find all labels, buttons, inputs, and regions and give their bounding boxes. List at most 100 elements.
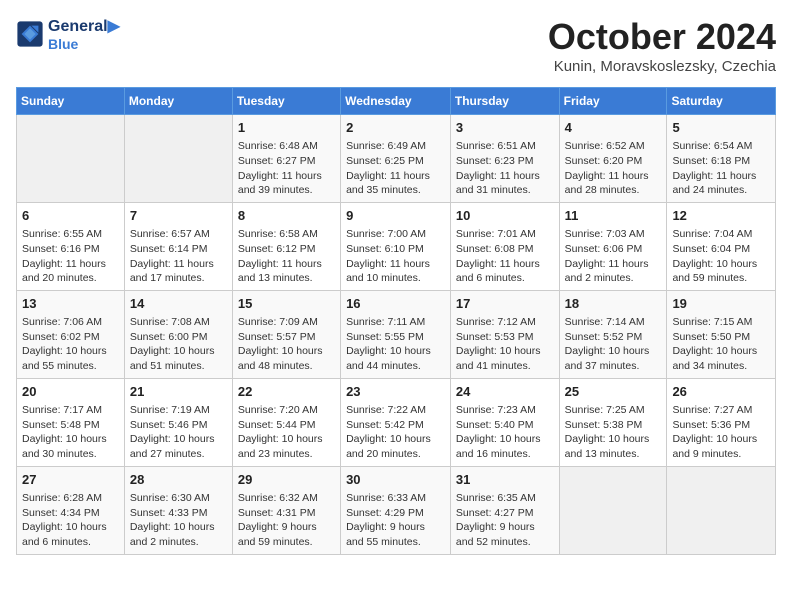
day-info: Sunrise: 6:32 AMSunset: 4:31 PMDaylight:…	[238, 491, 335, 550]
day-info: Sunrise: 6:49 AMSunset: 6:25 PMDaylight:…	[346, 139, 445, 198]
day-info: Sunrise: 6:55 AMSunset: 6:16 PMDaylight:…	[22, 227, 119, 286]
week-row-4: 20 Sunrise: 7:17 AMSunset: 5:48 PMDayligh…	[17, 378, 776, 466]
calendar-cell: 12 Sunrise: 7:04 AMSunset: 6:04 PMDayligh…	[667, 202, 776, 290]
day-number: 3	[456, 119, 554, 137]
day-number: 5	[672, 119, 770, 137]
day-number: 8	[238, 207, 335, 225]
day-info: Sunrise: 7:22 AMSunset: 5:42 PMDaylight:…	[346, 403, 445, 462]
calendar-cell: 3 Sunrise: 6:51 AMSunset: 6:23 PMDaylight…	[450, 115, 559, 203]
calendar-cell: 7 Sunrise: 6:57 AMSunset: 6:14 PMDaylight…	[124, 202, 232, 290]
day-number: 30	[346, 471, 445, 489]
calendar-cell	[124, 115, 232, 203]
day-info: Sunrise: 7:08 AMSunset: 6:00 PMDaylight:…	[130, 315, 227, 374]
calendar-cell: 19 Sunrise: 7:15 AMSunset: 5:50 PMDayligh…	[667, 290, 776, 378]
logo-text: General▶ Blue	[48, 16, 120, 52]
day-info: Sunrise: 7:15 AMSunset: 5:50 PMDaylight:…	[672, 315, 770, 374]
week-row-2: 6Sunrise: 6:55 AMSunset: 6:16 PMDaylight…	[17, 202, 776, 290]
day-number: 26	[672, 383, 770, 401]
day-info: Sunrise: 7:17 AMSunset: 5:48 PMDaylight:…	[22, 403, 119, 462]
week-row-1: 1 Sunrise: 6:48 AMSunset: 6:27 PMDaylight…	[17, 115, 776, 203]
day-info: Sunrise: 6:52 AMSunset: 6:20 PMDaylight:…	[565, 139, 662, 198]
day-number: 17	[456, 295, 554, 313]
day-info: Sunrise: 6:33 AMSunset: 4:29 PMDaylight:…	[346, 491, 445, 550]
calendar-header: SundayMondayTuesdayWednesdayThursdayFrid…	[17, 88, 776, 115]
day-number: 27	[22, 471, 119, 489]
calendar-cell: 5Sunrise: 6:54 AMSunset: 6:18 PMDaylight…	[667, 115, 776, 203]
calendar-cell: 27 Sunrise: 6:28 AMSunset: 4:34 PMDayligh…	[17, 466, 125, 554]
calendar-cell: 16 Sunrise: 7:11 AMSunset: 5:55 PMDayligh…	[341, 290, 451, 378]
calendar-cell: 25 Sunrise: 7:25 AMSunset: 5:38 PMDayligh…	[559, 378, 667, 466]
day-number: 22	[238, 383, 335, 401]
calendar-cell: 6Sunrise: 6:55 AMSunset: 6:16 PMDaylight…	[17, 202, 125, 290]
day-info: Sunrise: 6:28 AMSunset: 4:34 PMDaylight:…	[22, 491, 119, 550]
calendar-cell	[667, 466, 776, 554]
header-friday: Friday	[559, 88, 667, 115]
calendar-cell: 17 Sunrise: 7:12 AMSunset: 5:53 PMDayligh…	[450, 290, 559, 378]
calendar-body: 1 Sunrise: 6:48 AMSunset: 6:27 PMDaylight…	[17, 115, 776, 555]
day-number: 20	[22, 383, 119, 401]
day-number: 24	[456, 383, 554, 401]
calendar-cell: 29 Sunrise: 6:32 AMSunset: 4:31 PMDayligh…	[232, 466, 340, 554]
page-header: General▶ Blue October 2024 Kunin, Moravs…	[16, 16, 776, 75]
logo-icon	[16, 20, 44, 48]
header-sunday: Sunday	[17, 88, 125, 115]
day-number: 19	[672, 295, 770, 313]
calendar-table: SundayMondayTuesdayWednesdayThursdayFrid…	[16, 87, 776, 555]
day-number: 15	[238, 295, 335, 313]
day-info: Sunrise: 7:04 AMSunset: 6:04 PMDaylight:…	[672, 227, 770, 286]
calendar-cell: 18 Sunrise: 7:14 AMSunset: 5:52 PMDayligh…	[559, 290, 667, 378]
day-info: Sunrise: 6:57 AMSunset: 6:14 PMDaylight:…	[130, 227, 227, 286]
day-number: 31	[456, 471, 554, 489]
calendar-cell: 21Sunrise: 7:19 AMSunset: 5:46 PMDayligh…	[124, 378, 232, 466]
day-number: 1	[238, 119, 335, 137]
calendar-cell: 14 Sunrise: 7:08 AMSunset: 6:00 PMDayligh…	[124, 290, 232, 378]
day-number: 23	[346, 383, 445, 401]
day-info: Sunrise: 7:06 AMSunset: 6:02 PMDaylight:…	[22, 315, 119, 374]
day-info: Sunrise: 6:48 AMSunset: 6:27 PMDaylight:…	[238, 139, 335, 198]
title-area: October 2024 Kunin, Moravskoslezsky, Cze…	[548, 16, 776, 75]
logo: General▶ Blue	[16, 16, 120, 52]
calendar-cell: 24 Sunrise: 7:23 AMSunset: 5:40 PMDayligh…	[450, 378, 559, 466]
day-info: Sunrise: 6:51 AMSunset: 6:23 PMDaylight:…	[456, 139, 554, 198]
day-info: Sunrise: 7:09 AMSunset: 5:57 PMDaylight:…	[238, 315, 335, 374]
calendar-cell: 13 Sunrise: 7:06 AMSunset: 6:02 PMDayligh…	[17, 290, 125, 378]
day-number: 14	[130, 295, 227, 313]
calendar-cell: 9Sunrise: 7:00 AMSunset: 6:10 PMDaylight…	[341, 202, 451, 290]
calendar-cell: 31 Sunrise: 6:35 AMSunset: 4:27 PMDayligh…	[450, 466, 559, 554]
day-info: Sunrise: 7:12 AMSunset: 5:53 PMDaylight:…	[456, 315, 554, 374]
day-number: 18	[565, 295, 662, 313]
day-number: 13	[22, 295, 119, 313]
day-number: 12	[672, 207, 770, 225]
day-number: 16	[346, 295, 445, 313]
week-row-5: 27 Sunrise: 6:28 AMSunset: 4:34 PMDayligh…	[17, 466, 776, 554]
week-row-3: 13 Sunrise: 7:06 AMSunset: 6:02 PMDayligh…	[17, 290, 776, 378]
header-row: SundayMondayTuesdayWednesdayThursdayFrid…	[17, 88, 776, 115]
calendar-cell: 20 Sunrise: 7:17 AMSunset: 5:48 PMDayligh…	[17, 378, 125, 466]
calendar-cell: 10 Sunrise: 7:01 AMSunset: 6:08 PMDayligh…	[450, 202, 559, 290]
calendar-cell	[17, 115, 125, 203]
day-info: Sunrise: 7:23 AMSunset: 5:40 PMDaylight:…	[456, 403, 554, 462]
day-info: Sunrise: 7:14 AMSunset: 5:52 PMDaylight:…	[565, 315, 662, 374]
day-info: Sunrise: 7:01 AMSunset: 6:08 PMDaylight:…	[456, 227, 554, 286]
calendar-cell: 2Sunrise: 6:49 AMSunset: 6:25 PMDaylight…	[341, 115, 451, 203]
calendar-cell: 11Sunrise: 7:03 AMSunset: 6:06 PMDayligh…	[559, 202, 667, 290]
day-number: 29	[238, 471, 335, 489]
calendar-cell: 22Sunrise: 7:20 AMSunset: 5:44 PMDayligh…	[232, 378, 340, 466]
day-number: 10	[456, 207, 554, 225]
day-info: Sunrise: 7:11 AMSunset: 5:55 PMDaylight:…	[346, 315, 445, 374]
day-info: Sunrise: 6:35 AMSunset: 4:27 PMDaylight:…	[456, 491, 554, 550]
day-number: 11	[565, 207, 662, 225]
day-info: Sunrise: 7:27 AMSunset: 5:36 PMDaylight:…	[672, 403, 770, 462]
day-info: Sunrise: 6:58 AMSunset: 6:12 PMDaylight:…	[238, 227, 335, 286]
day-number: 7	[130, 207, 227, 225]
day-info: Sunrise: 7:25 AMSunset: 5:38 PMDaylight:…	[565, 403, 662, 462]
day-info: Sunrise: 7:00 AMSunset: 6:10 PMDaylight:…	[346, 227, 445, 286]
calendar-cell: 26 Sunrise: 7:27 AMSunset: 5:36 PMDayligh…	[667, 378, 776, 466]
header-monday: Monday	[124, 88, 232, 115]
day-number: 4	[565, 119, 662, 137]
calendar-cell: 23 Sunrise: 7:22 AMSunset: 5:42 PMDayligh…	[341, 378, 451, 466]
header-thursday: Thursday	[450, 88, 559, 115]
day-number: 25	[565, 383, 662, 401]
header-tuesday: Tuesday	[232, 88, 340, 115]
day-number: 28	[130, 471, 227, 489]
